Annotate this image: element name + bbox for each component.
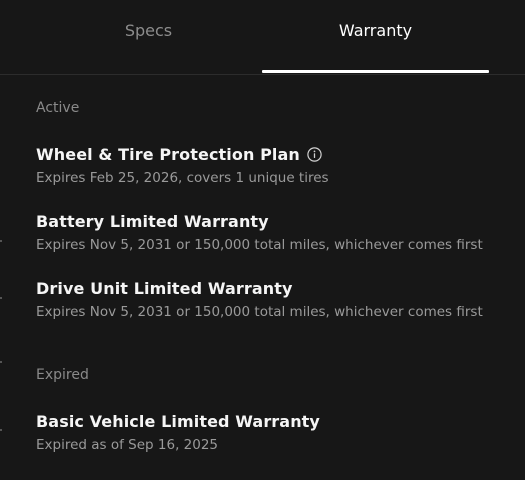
tab-bar: Specs Warranty <box>0 0 525 75</box>
warranty-subtitle: Expires Nov 5, 2031 or 150,000 total mil… <box>36 304 483 320</box>
section-label-expired: Expired <box>36 367 89 383</box>
edge-divider-mark <box>0 297 2 299</box>
warranty-subtitle: Expired as of Sep 16, 2025 <box>36 437 219 453</box>
warranty-item-wheel-tire[interactable]: Wheel & Tire Protection Plan Expires Feb… <box>36 145 505 186</box>
edge-divider-mark <box>0 240 2 242</box>
warranty-item-basic-vehicle[interactable]: Basic Vehicle Limited Warranty Expired a… <box>36 412 505 453</box>
tab-warranty-label: Warranty <box>338 20 413 40</box>
info-icon[interactable] <box>307 147 322 162</box>
warranty-subtitle: Expires Nov 5, 2031 or 150,000 total mil… <box>36 237 483 253</box>
edge-divider-mark <box>0 361 2 363</box>
warranty-title: Basic Vehicle Limited Warranty <box>36 412 320 431</box>
warranty-title: Battery Limited Warranty <box>36 212 269 231</box>
warranty-item-drive-unit[interactable]: Drive Unit Limited Warranty Expires Nov … <box>36 279 505 320</box>
warranty-title: Wheel & Tire Protection Plan <box>36 145 300 164</box>
warranty-title: Drive Unit Limited Warranty <box>36 279 293 298</box>
tab-warranty[interactable]: Warranty <box>262 0 489 67</box>
tab-specs-label: Specs <box>124 20 173 40</box>
warranty-subtitle: Expires Feb 25, 2026, covers 1 unique ti… <box>36 170 329 186</box>
edge-divider-mark <box>0 429 2 431</box>
warranty-item-battery[interactable]: Battery Limited Warranty Expires Nov 5, … <box>36 212 505 253</box>
active-tab-indicator <box>262 70 489 73</box>
section-label-active: Active <box>36 100 80 116</box>
tab-specs[interactable]: Specs <box>35 0 262 67</box>
